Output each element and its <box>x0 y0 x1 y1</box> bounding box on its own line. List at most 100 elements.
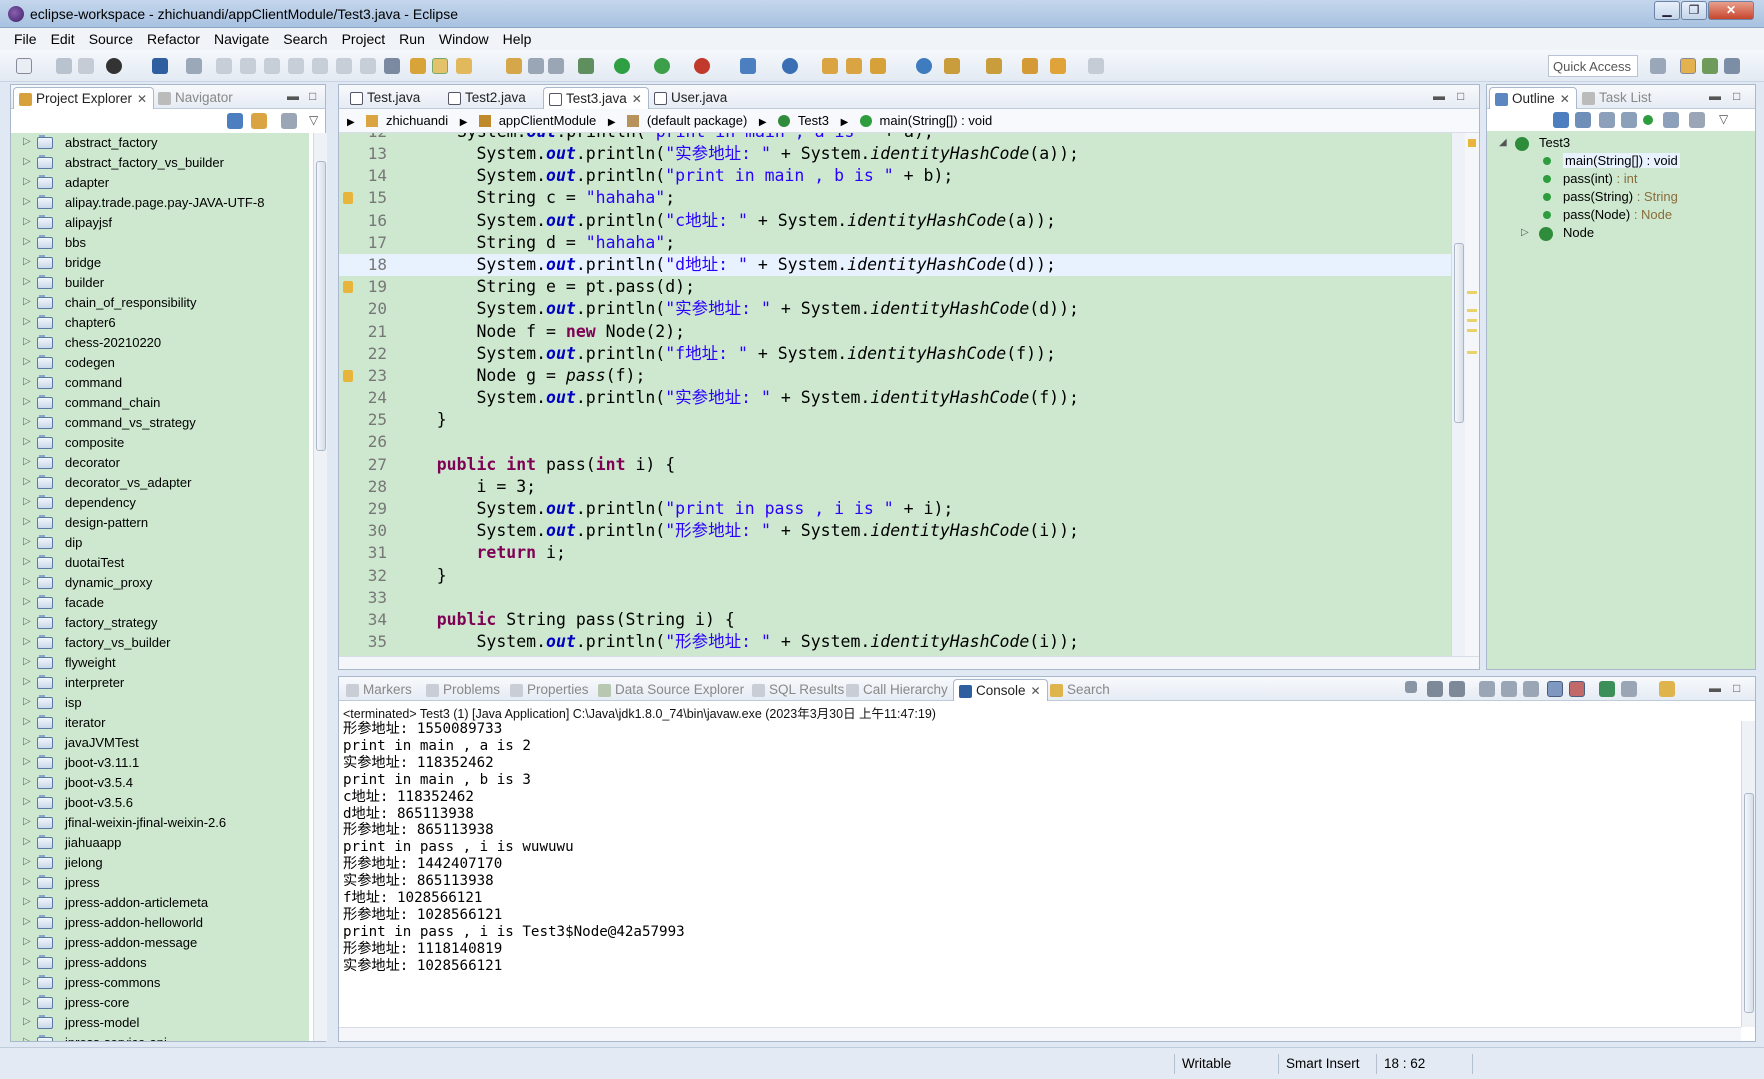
tab-call-hierarchy[interactable]: Call Hierarchy <box>841 679 954 701</box>
expand-arrow-icon[interactable]: ▷ <box>23 1036 31 1041</box>
expand-arrow-icon[interactable]: ▷ <box>23 576 31 587</box>
open-type-icon[interactable] <box>822 58 838 74</box>
menu-navigate[interactable]: Navigate <box>207 28 276 47</box>
forward-icon[interactable] <box>1088 58 1104 74</box>
expand-arrow-icon[interactable]: ▷ <box>23 496 31 507</box>
menu-refactor[interactable]: Refactor <box>140 28 207 47</box>
breadcrumb-package[interactable]: (default package) <box>647 109 747 128</box>
menu-file[interactable]: File <box>7 28 44 47</box>
menu-source[interactable]: Source <box>82 28 140 47</box>
console-horizontal-scrollbar[interactable] <box>339 1027 1741 1041</box>
occurrence-marker[interactable] <box>1467 291 1477 294</box>
project-tree-item[interactable]: ▷ factory_strategy <box>11 613 309 633</box>
project-tree-item[interactable]: ▷ jpress-commons <box>11 973 309 993</box>
project-tree-item[interactable]: ▷ interpreter <box>11 673 309 693</box>
expand-arrow-icon[interactable]: ▷ <box>23 816 31 827</box>
expand-arrow-icon[interactable]: ▷ <box>23 876 31 887</box>
hide-fields-icon[interactable] <box>1599 112 1615 128</box>
maximize-icon[interactable]: □ <box>1457 89 1464 103</box>
project-tree-item[interactable]: ▷ alipayjsf <box>11 213 309 233</box>
project-tree-item[interactable]: ▷ builder <box>11 273 309 293</box>
close-icon[interactable]: ✕ <box>632 92 642 106</box>
scrollbar-thumb[interactable] <box>1454 243 1464 423</box>
git-perspective-icon[interactable] <box>1724 58 1740 74</box>
project-tree-item[interactable]: ▷ dependency <box>11 493 309 513</box>
show-stderr-icon[interactable] <box>1569 681 1585 697</box>
project-tree-item[interactable]: ▷ composite <box>11 433 309 453</box>
project-tree-item[interactable]: ▷ javaJVMTest <box>11 733 309 753</box>
project-tree-item[interactable]: ▷ command_chain <box>11 393 309 413</box>
step-over-icon[interactable] <box>336 58 352 74</box>
outline-member-pass-string[interactable]: pass(String) : String <box>1563 189 1678 204</box>
tab-test2-java[interactable]: Test2.java <box>443 87 532 109</box>
java-perspective-icon[interactable] <box>1680 58 1696 74</box>
console-vertical-scrollbar[interactable] <box>1741 721 1755 1027</box>
expand-arrow-icon[interactable]: ▷ <box>23 1016 31 1027</box>
show-whitespace-icon[interactable] <box>528 58 544 74</box>
expand-arrow-icon[interactable]: ▷ <box>23 236 31 247</box>
paragraph-icon[interactable] <box>548 58 564 74</box>
expand-arrow-icon[interactable]: ▷ <box>23 556 31 567</box>
sort-icon[interactable] <box>1575 112 1591 128</box>
close-window-button[interactable]: ✕ <box>1708 1 1754 20</box>
prev-annotation-icon[interactable] <box>986 58 1002 74</box>
expand-arrow-icon[interactable]: ▷ <box>23 516 31 527</box>
status-insert-mode[interactable]: Smart Insert <box>1286 1056 1360 1071</box>
project-tree-item[interactable]: ▷ command_vs_strategy <box>11 413 309 433</box>
debug-icon[interactable] <box>106 58 122 74</box>
project-tree-item[interactable]: ▷ jpress-addon-articlemeta <box>11 893 309 913</box>
expand-arrow-icon[interactable]: ▷ <box>23 136 31 147</box>
open-console-icon[interactable] <box>1659 681 1675 697</box>
project-tree-item[interactable]: ▷ factory_vs_builder <box>11 633 309 653</box>
step-into-icon[interactable] <box>312 58 328 74</box>
menu-project[interactable]: Project <box>335 28 393 47</box>
project-tree-item[interactable]: ▷ jpress-core <box>11 993 309 1013</box>
menu-window[interactable]: Window <box>432 28 496 47</box>
project-tree-item[interactable]: ▷ decorator_vs_adapter <box>11 473 309 493</box>
close-icon[interactable]: ✕ <box>137 92 147 106</box>
coverage-icon[interactable] <box>654 58 670 74</box>
skip-breakpoints-icon[interactable] <box>186 58 202 74</box>
project-tree-item[interactable]: ▷ bridge <box>11 253 309 273</box>
occurrence-marker[interactable] <box>1467 351 1477 354</box>
project-tree-item[interactable]: ▷ decorator <box>11 453 309 473</box>
word-wrap-icon[interactable] <box>1523 681 1539 697</box>
breadcrumb-source-folder[interactable]: appClientModule <box>499 109 597 128</box>
project-tree-item[interactable]: ▷ jpress <box>11 873 309 893</box>
close-icon[interactable]: ✕ <box>1031 684 1041 698</box>
expand-arrow-icon[interactable]: ▷ <box>23 276 31 287</box>
expand-arrow-icon[interactable]: ▷ <box>23 936 31 947</box>
expand-arrow-icon[interactable]: ▷ <box>23 376 31 387</box>
console-output[interactable]: 形参地址: 1550089733 print in main , a is 2 实参… <box>343 721 1735 1021</box>
view-menu-icon[interactable]: ▽ <box>309 113 318 127</box>
expand-arrow-icon[interactable]: ▷ <box>23 356 31 367</box>
project-tree-item[interactable]: ▷ jpress-model <box>11 1013 309 1033</box>
tab-task-list[interactable]: Task List <box>1577 87 1658 109</box>
outline-member-main[interactable]: main(String[]) : void <box>1563 153 1680 168</box>
tab-user-java[interactable]: User.java <box>649 87 733 109</box>
project-tree-item[interactable]: ▷ iterator <box>11 713 309 733</box>
occurrence-marker[interactable] <box>1467 319 1477 322</box>
minimize-icon[interactable]: ▬ <box>1709 89 1721 103</box>
expand-arrow-icon[interactable]: ▷ <box>23 476 31 487</box>
project-tree-item[interactable]: ▷ jboot-v3.5.6 <box>11 793 309 813</box>
project-tree-item[interactable]: ▷ dynamic_proxy <box>11 573 309 593</box>
project-tree-item[interactable]: ▷ flyweight <box>11 653 309 673</box>
new-class-icon[interactable] <box>782 58 798 74</box>
open-perspective-icon[interactable] <box>1650 58 1666 74</box>
search-tool-icon[interactable] <box>870 58 886 74</box>
tab-outline[interactable]: Outline ✕ <box>1489 87 1577 109</box>
link-with-editor-icon[interactable] <box>251 113 267 129</box>
expand-arrow-icon[interactable]: ▷ <box>23 676 31 687</box>
remove-all-icon[interactable] <box>1449 681 1465 697</box>
warning-marker[interactable] <box>1468 139 1476 147</box>
expand-arrow-icon[interactable]: ▷ <box>23 756 31 767</box>
editor-horizontal-scrollbar[interactable] <box>339 656 1479 669</box>
project-tree-item[interactable]: ▷ design-pattern <box>11 513 309 533</box>
hide-nonpublic-icon[interactable] <box>1643 115 1653 125</box>
menu-help[interactable]: Help <box>496 28 539 47</box>
expand-arrow-icon[interactable]: ▷ <box>23 616 31 627</box>
expand-arrow-icon[interactable]: ▷ <box>23 216 31 227</box>
breadcrumb-project[interactable]: zhichuandi <box>386 109 448 128</box>
project-tree-item[interactable]: ▷ jboot-v3.11.1 <box>11 753 309 773</box>
